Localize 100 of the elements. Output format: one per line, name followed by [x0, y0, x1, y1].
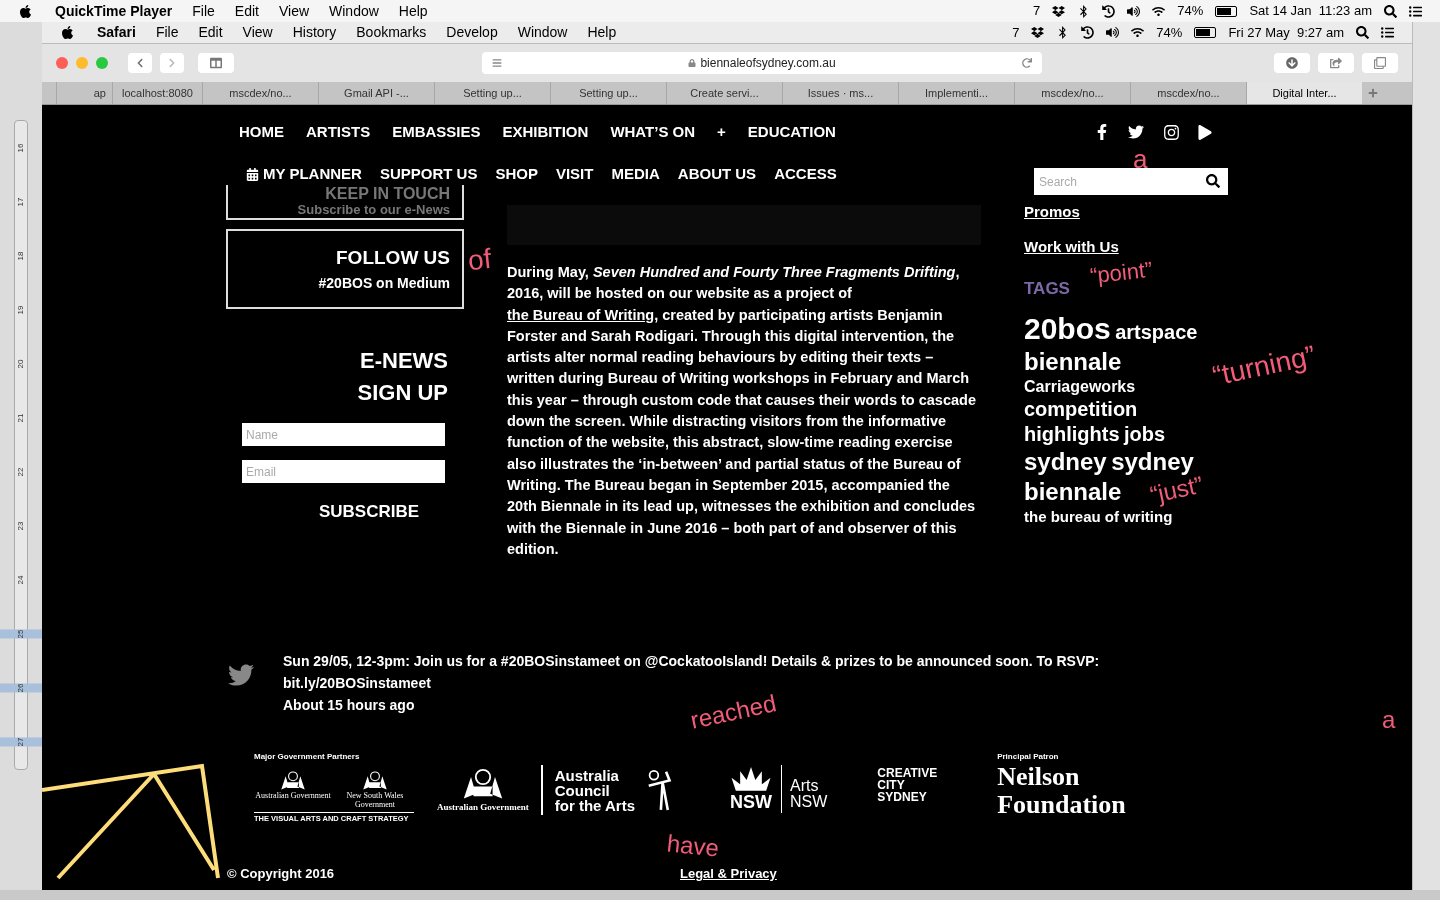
nav-link[interactable]: HOME — [239, 120, 284, 144]
list-icon[interactable] — [1409, 4, 1422, 18]
twitter-icon[interactable] — [1127, 124, 1145, 140]
browser-tab[interactable]: Setting up... — [550, 82, 666, 104]
browser-tab[interactable]: Implementi... — [898, 82, 1014, 104]
input-field[interactable]: Email — [242, 460, 445, 483]
subscribe-button[interactable]: SUBSCRIBE — [318, 499, 420, 525]
tag-link[interactable]: Carriageworks — [1024, 378, 1136, 395]
follow-box[interactable]: FOLLOW US #20BOS on Medium — [226, 229, 464, 309]
menu-item[interactable]: Window — [329, 0, 379, 22]
browser-tab[interactable]: ap — [56, 82, 112, 104]
menu-item[interactable]: History — [292, 22, 337, 43]
volume-icon[interactable] — [1127, 4, 1141, 18]
bureau-link[interactable]: the Bureau of Writing — [507, 306, 655, 323]
adobe-status[interactable]: 7 — [1012, 22, 1020, 43]
legal-link[interactable]: Legal & Privacy — [680, 864, 777, 884]
sidebar-link[interactable]: Promos — [1024, 201, 1080, 224]
browser-tab[interactable]: Digital Inter... — [1246, 82, 1362, 104]
nav-link[interactable]: SHOP — [495, 163, 538, 186]
battery-icon[interactable] — [1215, 5, 1238, 17]
sidebar-link[interactable]: Work with Us — [1024, 235, 1119, 258]
back-button[interactable] — [128, 53, 152, 73]
menu-clock[interactable]: Fri 27 May 9:27 am — [1228, 22, 1344, 43]
search-icon[interactable] — [1356, 26, 1369, 39]
nav-link[interactable]: ABOUT US — [677, 163, 757, 186]
tag-link[interactable]: jobs — [1124, 423, 1166, 445]
reload-icon — [1022, 58, 1032, 68]
wifi-icon[interactable] — [1152, 4, 1166, 18]
tag-link[interactable]: artspace — [1115, 320, 1198, 343]
menu-item[interactable]: Help — [587, 22, 617, 43]
tag-link[interactable]: the bureau of writing — [1024, 508, 1173, 525]
facebook-icon[interactable] — [1095, 124, 1109, 140]
share-button[interactable] — [1318, 53, 1354, 73]
menu-item[interactable]: File — [192, 0, 215, 22]
search-icon[interactable] — [1384, 4, 1397, 18]
battery-icon[interactable] — [1194, 27, 1217, 38]
list-icon[interactable] — [1381, 26, 1394, 39]
app-menu[interactable]: Safari — [97, 22, 136, 43]
play-icon[interactable] — [1198, 124, 1212, 140]
nav-link[interactable]: EMBASSIES — [392, 120, 481, 144]
adobe-status[interactable]: 7 — [1033, 1, 1041, 21]
menu-item[interactable]: Bookmarks — [356, 22, 427, 43]
nav-link[interactable]: EDUCATION — [747, 120, 836, 144]
tabs-button[interactable] — [1362, 53, 1398, 73]
reader-icon — [492, 58, 502, 68]
menu-item[interactable]: File — [155, 22, 179, 43]
crest-caption: Australian Government — [255, 791, 331, 800]
twitter-icon[interactable] — [226, 662, 256, 688]
volume-icon[interactable] — [1106, 26, 1120, 39]
browser-tab[interactable]: Gmail API -... — [318, 82, 434, 104]
search-field[interactable]: Search — [1034, 168, 1228, 195]
app-menu[interactable]: QuickTime Player — [55, 0, 173, 22]
sidebar-button[interactable] — [198, 53, 234, 73]
apple-icon[interactable] — [18, 3, 33, 19]
clock-icon[interactable] — [1102, 4, 1116, 18]
browser-tab[interactable]: mscdex/no... — [1014, 82, 1130, 104]
menu-item[interactable]: Edit — [198, 22, 223, 43]
nav-link[interactable]: EXHIBITION — [502, 120, 589, 144]
nav-link[interactable]: MEDIA — [611, 163, 660, 186]
tag-link[interactable]: sydney — [1111, 448, 1194, 475]
input-field[interactable]: Name — [242, 423, 445, 446]
search-icon[interactable] — [1206, 174, 1220, 188]
nav-link[interactable]: SUPPORT US — [379, 163, 478, 186]
menu-item[interactable]: Edit — [234, 0, 259, 22]
browser-tab[interactable]: Create servi... — [666, 82, 782, 104]
nav-link[interactable]: ACCESS — [774, 163, 837, 186]
nav-link[interactable]: MY PLANNER — [246, 163, 362, 186]
nav-link[interactable]: VISIT — [555, 163, 594, 186]
wifi-icon[interactable] — [1131, 26, 1145, 39]
battery-percent[interactable]: 74% — [1177, 1, 1204, 21]
apple-icon[interactable] — [60, 25, 75, 40]
keep-in-touch-box[interactable]: KEEP IN TOUCH Subscribe to our e-News — [226, 185, 464, 220]
menu-clock[interactable]: Sat 14 Jan 11:23 am — [1249, 1, 1372, 21]
creative-city-text: CREATIVE — [877, 767, 938, 779]
clock-icon[interactable] — [1081, 26, 1095, 39]
menu-item[interactable]: Develop — [446, 22, 498, 43]
menu-item[interactable]: View — [278, 0, 310, 22]
tag-link[interactable]: biennale — [1024, 348, 1122, 375]
browser-tab[interactable]: localhost:8080 — [112, 82, 202, 104]
nav-link[interactable]: + — [717, 120, 726, 144]
tag-link[interactable]: competition — [1024, 398, 1138, 420]
tag-link[interactable]: highlights — [1024, 423, 1120, 445]
new-tab-icon[interactable] — [1368, 88, 1378, 98]
menu-item[interactable]: Window — [517, 22, 568, 43]
browser-tab[interactable]: Issues · ms... — [782, 82, 898, 104]
tag-link[interactable]: sydney — [1024, 448, 1107, 475]
tag-link[interactable]: 20bos — [1024, 311, 1111, 345]
address-bar[interactable]: biennaleofsydney.com.au — [482, 52, 1042, 74]
tag-link[interactable]: biennale — [1024, 478, 1122, 505]
instagram-icon[interactable] — [1163, 123, 1180, 141]
nav-link[interactable]: WHAT’S ON — [610, 120, 696, 144]
download-button[interactable] — [1274, 53, 1310, 73]
battery-percent[interactable]: 74% — [1156, 22, 1183, 43]
dropbox-icon[interactable] — [1052, 4, 1066, 18]
nav-link[interactable]: ARTISTS — [306, 120, 371, 144]
menu-item[interactable]: Help — [398, 0, 428, 22]
browser-tab[interactable]: Setting up... — [434, 82, 550, 104]
menu-item[interactable]: View — [242, 22, 273, 43]
browser-tab[interactable]: mscdex/no... — [202, 82, 318, 104]
dropbox-icon[interactable] — [1031, 26, 1045, 39]
